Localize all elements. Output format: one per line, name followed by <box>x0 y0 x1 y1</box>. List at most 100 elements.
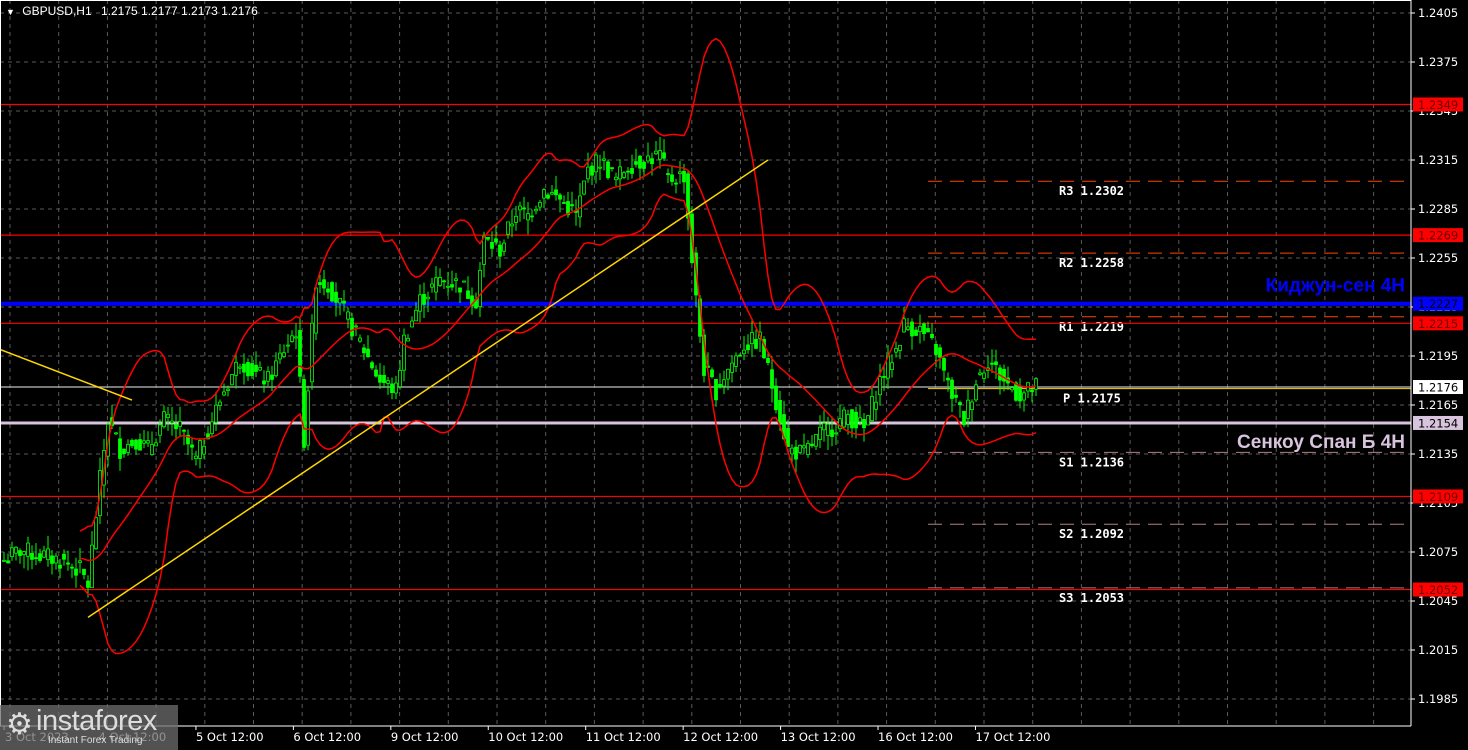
candle <box>322 270 326 296</box>
candle-body <box>78 560 82 563</box>
candle-body <box>194 455 198 460</box>
candle-body <box>882 376 886 378</box>
candle <box>886 345 890 389</box>
candle <box>366 335 370 358</box>
candle-body <box>602 158 606 161</box>
candle-body <box>858 417 862 423</box>
candle <box>930 323 934 340</box>
level-badge-label: 1.2052 <box>1418 583 1458 597</box>
candle-body <box>582 180 586 195</box>
candle <box>82 568 86 580</box>
ohlc-values: 1.2175 1.2177 1.2173 1.2176 <box>100 4 258 18</box>
candle-body <box>130 439 134 447</box>
candle-body <box>354 325 358 328</box>
candle <box>362 344 366 361</box>
candle-body <box>1014 382 1018 401</box>
candle-body <box>1018 387 1022 402</box>
candle-body <box>246 362 250 377</box>
dropdown-triangle-icon[interactable]: ▼ <box>6 7 15 17</box>
candle-body <box>162 411 166 428</box>
candle-body <box>1030 389 1034 393</box>
candle <box>974 379 978 402</box>
candle <box>614 172 618 186</box>
candle <box>298 317 302 383</box>
candle <box>754 329 758 350</box>
candle-body <box>906 326 910 330</box>
candle-body <box>518 205 522 211</box>
candle <box>358 334 362 343</box>
candle-body <box>618 166 622 180</box>
candle-body <box>558 194 562 200</box>
candle <box>346 307 350 329</box>
candle-body <box>414 309 418 322</box>
candle <box>142 429 146 449</box>
candle <box>510 209 514 238</box>
candle <box>390 377 394 400</box>
candle <box>302 374 306 452</box>
candle-body <box>326 288 330 293</box>
candle <box>290 330 294 343</box>
y-tick-label: 1.2015 <box>1418 643 1458 657</box>
candle <box>330 281 334 303</box>
candle <box>918 314 922 344</box>
candle-body <box>434 277 438 293</box>
candle <box>622 170 626 180</box>
candle-body <box>230 374 234 386</box>
x-tick-label: 16 Oct 12:00 <box>878 730 953 744</box>
candle <box>378 363 382 389</box>
watermark-brand: instaforex <box>36 705 157 737</box>
candle-body <box>314 287 318 334</box>
candle <box>834 424 838 445</box>
price-chart[interactable]: R3 1.2302 R2 1.2258 R1 1.2219 P 1.2175 S1 1.… <box>0 0 1468 750</box>
candle <box>574 199 578 226</box>
candle <box>242 353 246 385</box>
candle-body <box>86 580 90 588</box>
candle <box>794 439 798 474</box>
candle <box>714 379 718 407</box>
candle <box>738 353 742 357</box>
candle-body <box>486 236 490 240</box>
y-tick-label: 1.2255 <box>1418 251 1458 265</box>
candle-body <box>18 550 22 556</box>
annotation-label: Сенкоу Спан Б 4H <box>1237 432 1405 453</box>
candle-body <box>626 170 630 173</box>
gear-logo-icon: ⚙ <box>6 708 33 741</box>
candles <box>2 136 1038 598</box>
candle <box>550 185 554 196</box>
candle-body <box>118 438 122 459</box>
candle-body <box>398 369 402 388</box>
candle-body <box>958 402 962 406</box>
candle <box>454 272 458 293</box>
candle <box>514 205 518 231</box>
candle <box>170 406 174 436</box>
candle-body <box>926 328 930 333</box>
candle <box>498 240 502 268</box>
candle <box>442 279 446 289</box>
candle-body <box>170 420 174 424</box>
candle <box>982 370 986 384</box>
candle-body <box>734 355 738 367</box>
candle <box>870 385 874 423</box>
candle <box>594 151 598 184</box>
candle-body <box>802 445 806 449</box>
candle <box>710 367 714 379</box>
candle-body <box>390 383 394 394</box>
candle <box>810 435 814 448</box>
candle <box>998 364 1002 395</box>
y-tick-label: 1.2315 <box>1418 153 1458 167</box>
candle-body <box>318 282 322 286</box>
candle <box>250 356 254 379</box>
candle <box>462 280 466 283</box>
candle-body <box>454 278 458 281</box>
candle <box>914 327 918 336</box>
candle <box>238 363 242 374</box>
candle <box>394 375 398 400</box>
candle-body <box>218 401 222 406</box>
candle-body <box>942 358 946 371</box>
symbol-label: GBPUSD,H1 <box>22 4 92 18</box>
candle <box>434 266 438 301</box>
candle-body <box>478 269 482 308</box>
candle <box>446 271 450 296</box>
candle <box>582 180 586 196</box>
candle-body <box>238 366 242 369</box>
